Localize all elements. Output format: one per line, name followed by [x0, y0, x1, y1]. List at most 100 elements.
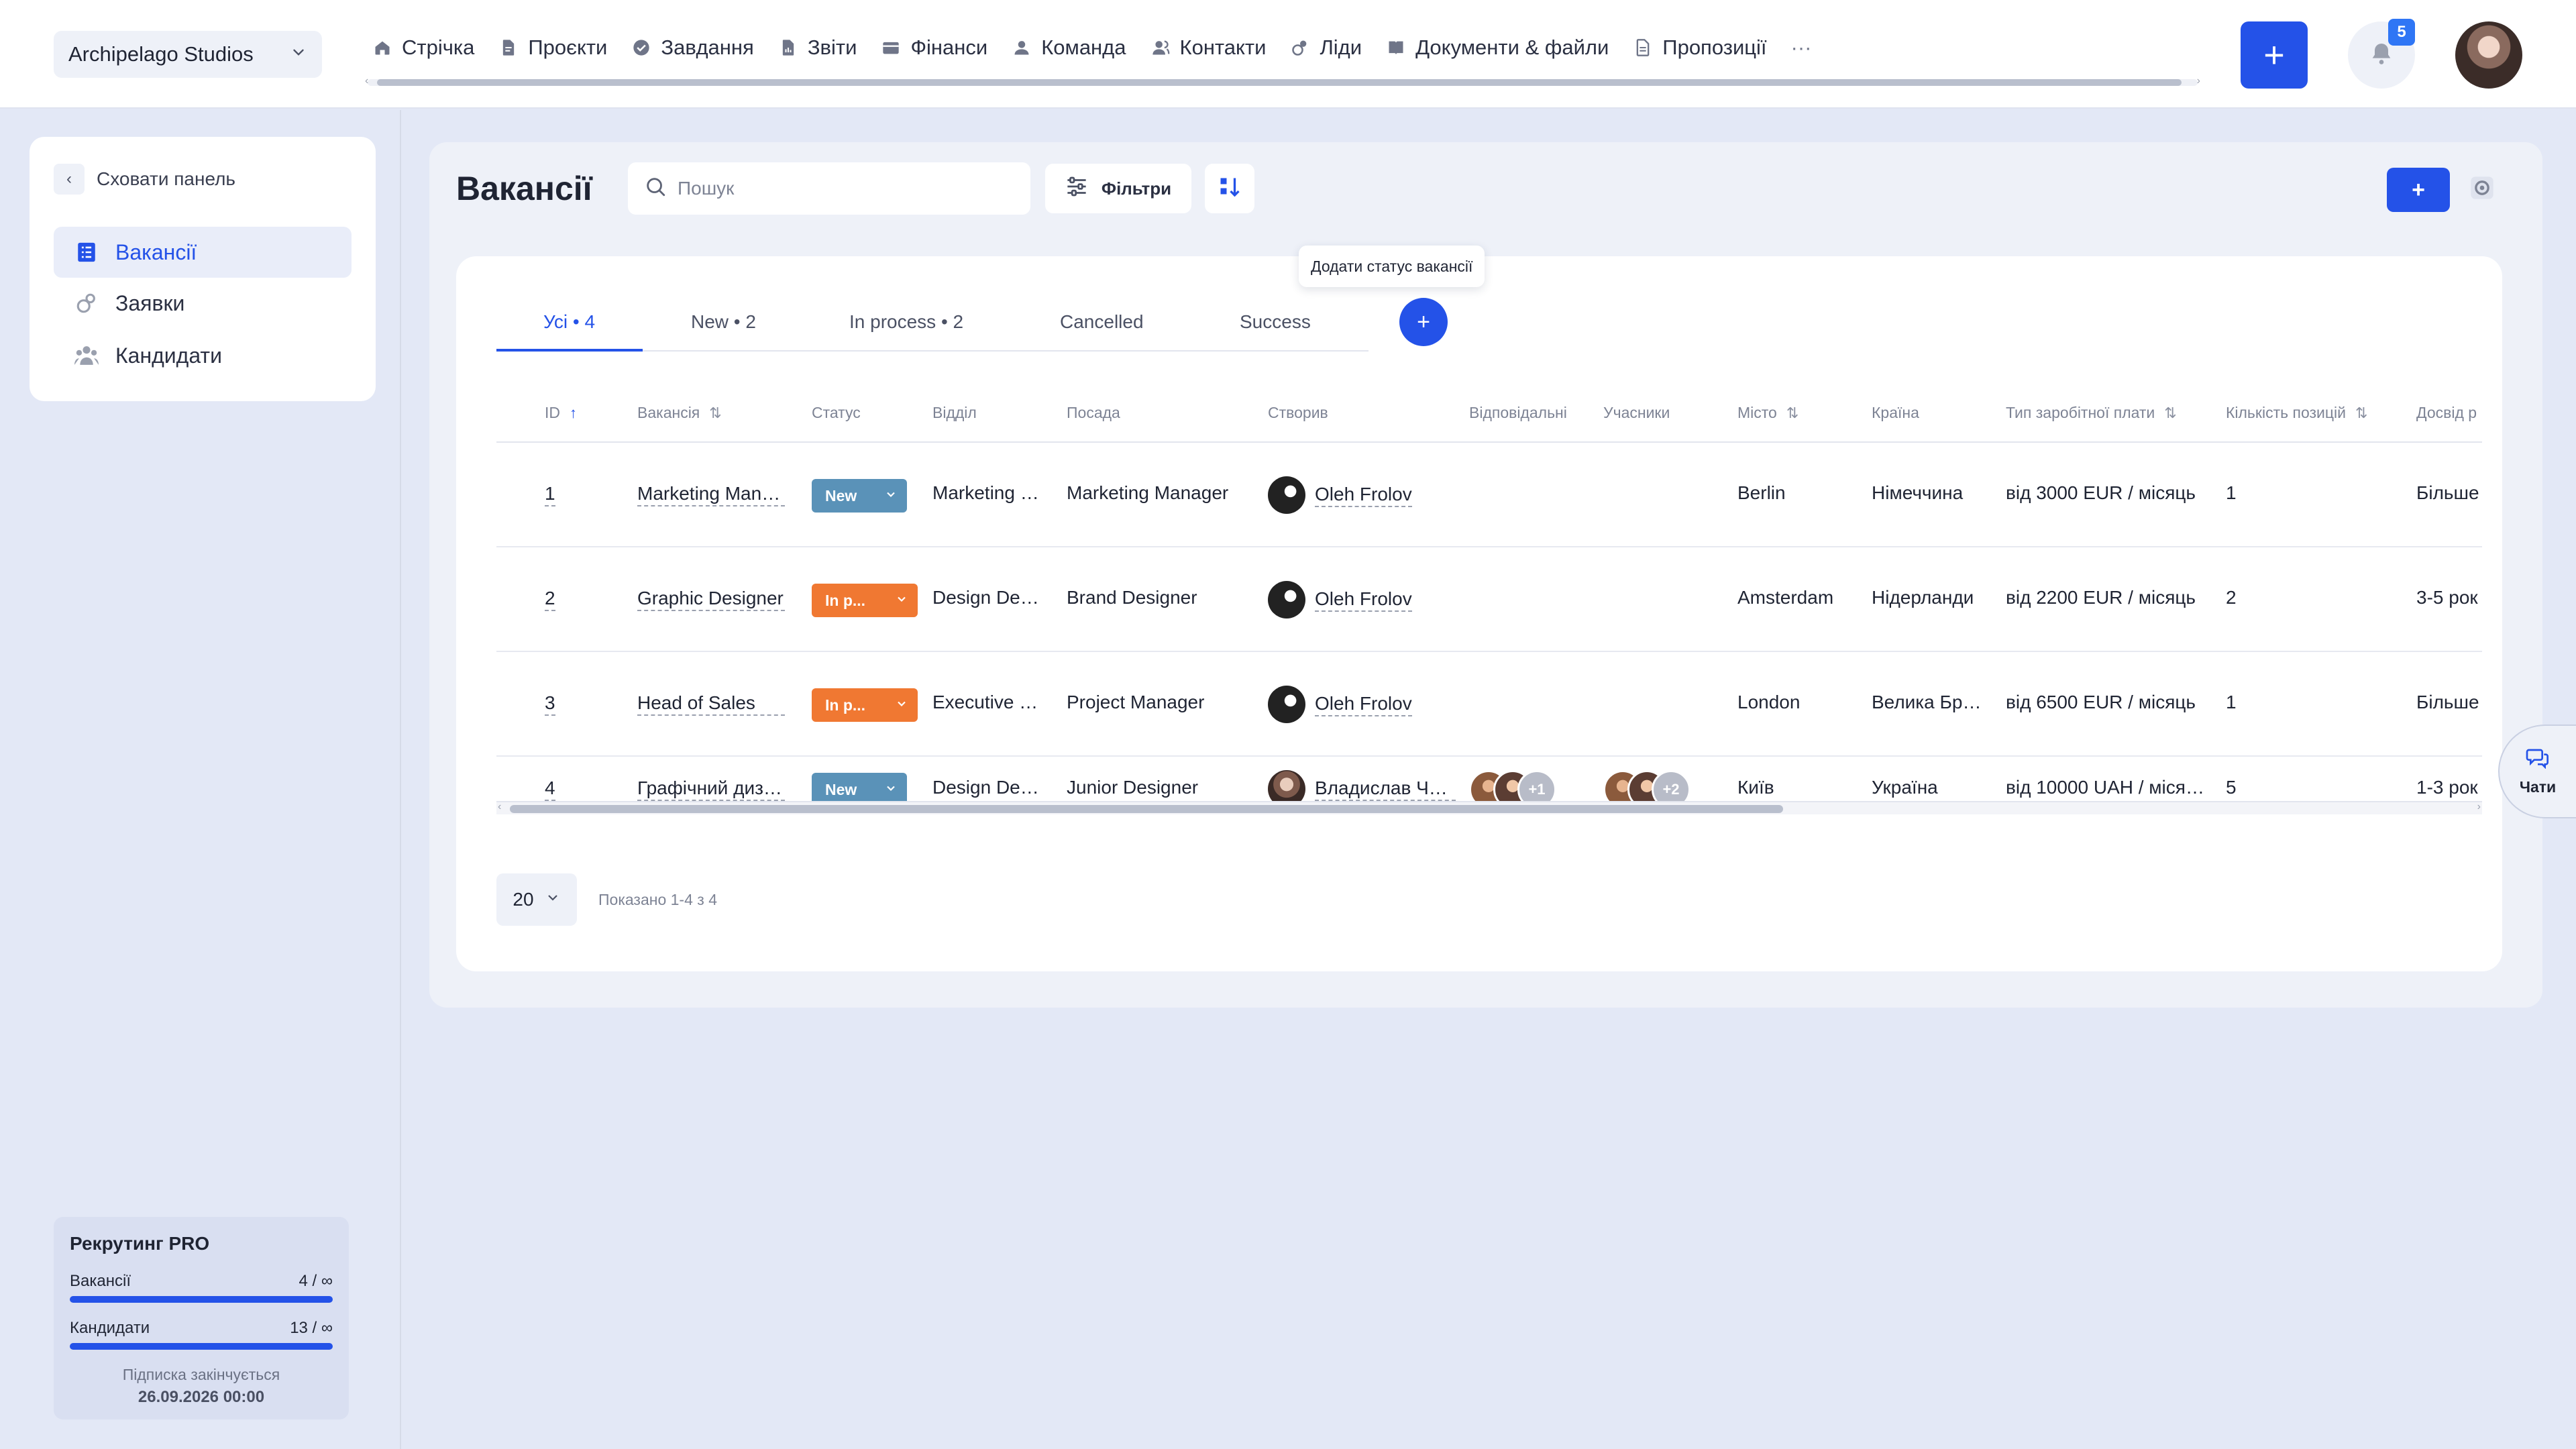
document-icon — [498, 38, 519, 58]
table-scroll-thumb[interactable] — [510, 805, 1783, 813]
column-header-country[interactable]: Країна — [1872, 404, 1919, 422]
cell-vacancy[interactable]: Head of Sales — [637, 692, 785, 716]
nav-scroll-thumb[interactable] — [377, 79, 2182, 86]
cell-vacancy[interactable]: Графічний дизайнер — [637, 777, 785, 801]
table-row[interactable]: 3 Head of Sales In p... Executive Leader… — [496, 653, 2482, 757]
cell-id[interactable]: 2 — [545, 587, 555, 611]
filters-button[interactable]: Фільтри — [1045, 164, 1191, 213]
column-header-positions-count[interactable]: Кількість позицій ⇅ — [2226, 404, 2367, 422]
table-row[interactable]: 2 Graphic Designer In p... Design Depart… — [496, 549, 2482, 652]
cell-vacancy[interactable]: Marketing Manager — [637, 482, 785, 506]
nav-item-team[interactable]: Команда — [1012, 36, 1150, 60]
table-row[interactable]: 1 Marketing Manager New Marketing Depart… — [496, 444, 2482, 547]
cell-experience: 1-3 рок — [2416, 777, 2478, 798]
sidebar-item-candidates[interactable]: Кандидати — [54, 330, 352, 381]
nav-item-contacts[interactable]: Контакти — [1150, 36, 1291, 60]
cell-positions: 5 — [2226, 777, 2237, 798]
create-button[interactable]: + — [2241, 21, 2308, 89]
proposal-icon — [1633, 38, 1653, 58]
chevron-down-icon — [895, 592, 908, 610]
search-input[interactable] — [678, 178, 1014, 199]
tab-in-process[interactable]: In process • 2 — [849, 311, 963, 333]
status-dropdown[interactable]: New — [812, 479, 907, 513]
nav-item-tasks[interactable]: Завдання — [631, 36, 777, 60]
tab-new[interactable]: New • 2 — [691, 311, 756, 333]
sort-button[interactable] — [1205, 164, 1254, 213]
column-header-participants[interactable]: Учасники — [1603, 404, 1670, 422]
settings-button[interactable] — [2467, 174, 2497, 204]
workspace-selector[interactable]: Archipelago Studios — [54, 31, 322, 78]
nav-item-feed[interactable]: Стрічка — [372, 36, 498, 60]
nav-item-reports[interactable]: Звіти — [778, 36, 881, 60]
contacts-icon — [1150, 38, 1171, 58]
sidebar-item-label: Вакансії — [115, 239, 197, 264]
status-tabs: Усі • 4 New • 2 In process • 2 Cancelled… — [496, 297, 1368, 352]
sort-icon: ⇅ — [1786, 404, 1799, 421]
cell-city: London — [1737, 692, 1801, 712]
add-status-button[interactable]: + — [1399, 298, 1448, 346]
plan-progress-bar — [70, 1296, 333, 1303]
column-header-creator[interactable]: Створив — [1268, 404, 1328, 422]
column-header-label: Кількість позицій — [2226, 404, 2347, 421]
tab-success[interactable]: Success — [1240, 311, 1311, 333]
cell-creator[interactable]: Oleh Frolov — [1268, 686, 1412, 723]
creator-name: Владислав Чернов — [1315, 777, 1456, 801]
table-header: ID ↑ Вакансія ⇅ Статус Відділ Посада Створ… — [496, 377, 2482, 443]
column-header-vacancy[interactable]: Вакансія ⇅ — [637, 404, 722, 422]
wallet-icon — [881, 38, 901, 58]
table-scrollbar[interactable]: ‹ › — [496, 801, 2482, 814]
nav-item-label: Контакти — [1179, 36, 1267, 59]
chevron-down-icon — [545, 889, 561, 910]
column-header-status[interactable]: Статус — [812, 404, 861, 422]
user-avatar[interactable] — [2455, 21, 2522, 89]
column-header-label: Вакансія — [637, 404, 700, 421]
workspace-name: Archipelago Studios — [68, 42, 254, 66]
plan-title: Рекрутинг PRO — [70, 1233, 210, 1254]
cell-salary: від 10000 UAH / місяць — [2006, 777, 2204, 798]
column-header-id[interactable]: ID ↑ — [545, 404, 577, 422]
status-dropdown[interactable]: In p... — [812, 584, 918, 617]
column-header-salary-type[interactable]: Тип заробітної плати ⇅ — [2006, 404, 2177, 422]
hide-panel-button[interactable]: ‹ Сховати панель — [54, 164, 235, 195]
user-icon — [1012, 38, 1032, 58]
nav-item-proposals[interactable]: Пропозиції — [1633, 36, 1790, 60]
cell-id[interactable]: 3 — [545, 692, 555, 716]
tab-all[interactable]: Усі • 4 — [543, 311, 595, 333]
plan-row-candidates: Кандидати 13 / ∞ — [70, 1319, 333, 1338]
chats-label: Чати — [2519, 777, 2557, 796]
plan-progress-bar — [70, 1343, 333, 1350]
nav-item-projects[interactable]: Проєкти — [498, 36, 631, 60]
add-vacancy-button[interactable]: + — [2387, 168, 2450, 212]
column-header-experience[interactable]: Досвід р — [2416, 404, 2477, 422]
tab-cancelled[interactable]: Cancelled — [1060, 311, 1144, 333]
cell-position: Marketing Manager — [1067, 482, 1229, 503]
nav-item-documents[interactable]: Документи & файли — [1386, 36, 1633, 60]
table-row[interactable]: 4 Графічний дизайнер New Design Departme… — [496, 758, 2482, 825]
notifications-button[interactable]: 5 — [2348, 19, 2415, 89]
cell-id[interactable]: 1 — [545, 482, 555, 506]
cell-id[interactable]: 4 — [545, 777, 555, 801]
sidebar-item-vacancies[interactable]: Вакансії — [54, 227, 352, 278]
column-header-department[interactable]: Відділ — [932, 404, 977, 422]
column-header-city[interactable]: Місто ⇅ — [1737, 404, 1799, 422]
active-tab-indicator — [496, 349, 643, 352]
nav-more-button[interactable]: ··· — [1791, 36, 1836, 60]
cell-salary: від 6500 EUR / місяць — [2006, 692, 2196, 712]
column-header-position[interactable]: Посада — [1067, 404, 1120, 422]
cell-vacancy[interactable]: Graphic Designer — [637, 587, 785, 611]
sidebar-item-applications[interactable]: Заявки — [54, 278, 352, 329]
sidebar-card: ‹ Сховати панель Вакансії Заявки Кандида… — [30, 137, 376, 401]
column-header-label: Створив — [1268, 404, 1328, 421]
nav-scrollbar[interactable]: ‹ › — [365, 75, 2200, 87]
cell-creator[interactable]: Oleh Frolov — [1268, 476, 1412, 514]
leads-icon — [1290, 38, 1310, 58]
cell-city: Київ — [1737, 777, 1774, 798]
column-header-responsible[interactable]: Відповідальні — [1469, 404, 1567, 422]
cell-experience: 3-5 рок — [2416, 587, 2478, 608]
nav-item-leads[interactable]: Ліди — [1290, 36, 1386, 60]
plan-row-label: Кандидати — [70, 1319, 150, 1337]
page-size-select[interactable]: 20 — [496, 873, 577, 926]
cell-creator[interactable]: Oleh Frolov — [1268, 581, 1412, 619]
status-dropdown[interactable]: In p... — [812, 688, 918, 722]
nav-item-finance[interactable]: Фінанси — [881, 36, 1012, 60]
